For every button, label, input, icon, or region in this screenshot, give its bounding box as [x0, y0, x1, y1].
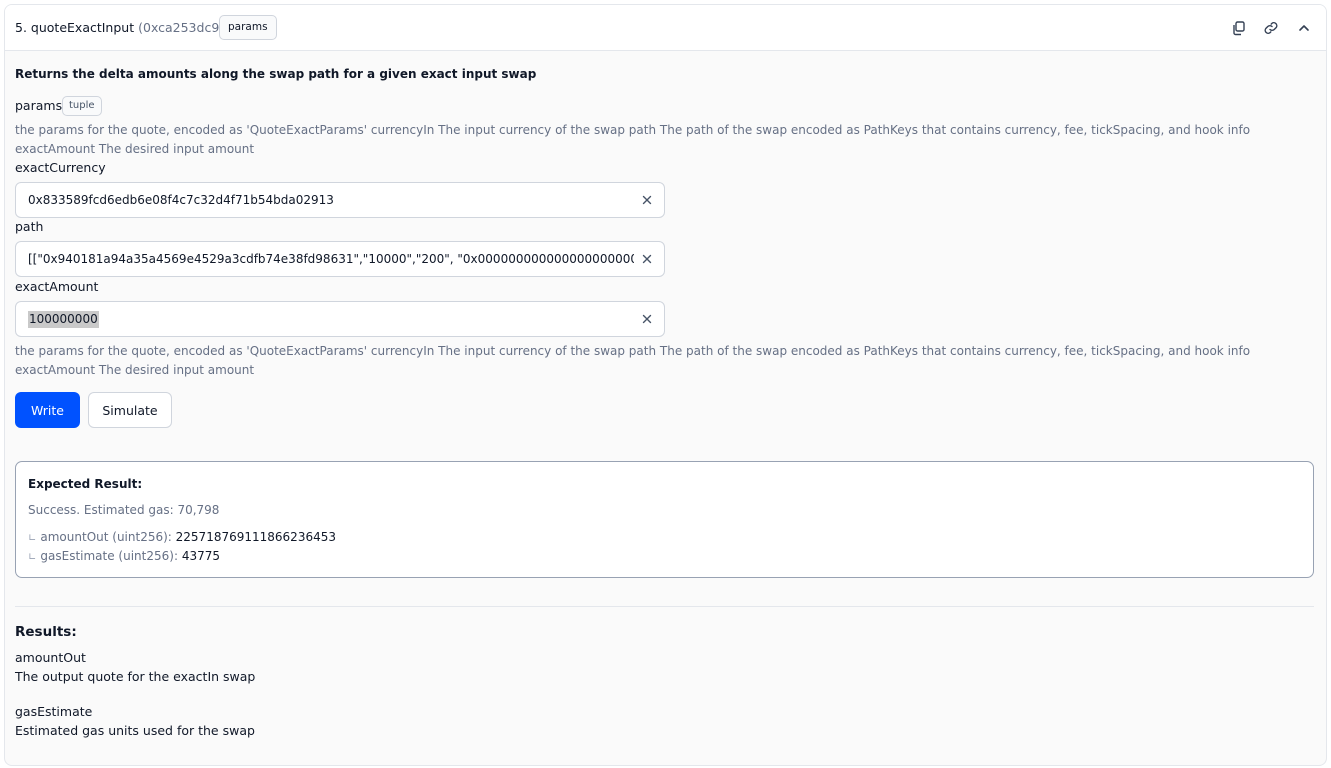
function-header[interactable]: 5. quoteExactInput (0xca253dc9) params [5, 5, 1326, 51]
param-type-badge: tuple [62, 96, 102, 116]
link-icon[interactable] [1261, 18, 1281, 38]
clear-icon[interactable] [640, 312, 654, 326]
output-label: gasEstimate (uint256): [40, 549, 178, 563]
expected-result-title: Expected Result: [28, 477, 143, 491]
exact-amount-label: exactAmount [15, 279, 99, 294]
tree-branch-icon: ∟ [28, 552, 37, 563]
result-name: gasEstimate [15, 704, 93, 719]
path-label: path [15, 219, 44, 234]
results-heading: Results: [15, 624, 77, 640]
output-row-amount-out: ∟ amountOut (uint256): 225718769111866236… [28, 530, 336, 544]
tree-branch-icon: ∟ [28, 533, 37, 544]
output-value: 43775 [181, 549, 221, 563]
output-row-gas-estimate: ∟ gasEstimate (uint256): 43775 [28, 549, 220, 563]
clear-icon[interactable] [640, 193, 654, 207]
exact-amount-selected-text[interactable]: 100000000 [28, 311, 99, 328]
output-value: 225718769111866236453 [175, 530, 336, 544]
exact-currency-field [15, 182, 665, 218]
param-help-text-bottom: the params for the quote, encoded as 'Qu… [15, 344, 1251, 377]
output-label: amountOut (uint256): [40, 530, 172, 544]
function-description: Returns the delta amounts along the swap… [15, 67, 537, 81]
path-field [15, 241, 665, 277]
clear-icon[interactable] [640, 252, 654, 266]
exact-currency-input[interactable] [28, 183, 634, 217]
result-description: The output quote for the exactIn swap [15, 669, 256, 684]
simulation-status: Success. Estimated gas: 70,798 [28, 503, 220, 517]
result-name: amountOut [15, 650, 86, 665]
section-divider [15, 606, 1314, 607]
params-badge: params [219, 15, 277, 40]
function-card: 5. quoteExactInput (0xca253dc9) params R… [4, 4, 1327, 766]
copy-icon[interactable] [1229, 18, 1249, 38]
param-help-text: the params for the quote, encoded as 'Qu… [15, 123, 1251, 156]
function-index: 5. [15, 20, 27, 35]
expected-result-panel: Expected Result: Success. Estimated gas:… [15, 461, 1314, 578]
function-selector: (0xca253dc9) [138, 20, 225, 35]
simulate-button[interactable]: Simulate [88, 392, 172, 428]
path-input[interactable] [28, 242, 634, 276]
param-name: params [15, 98, 63, 113]
exact-amount-field: 100000000 [15, 301, 665, 337]
chevron-up-icon[interactable] [1294, 18, 1314, 38]
result-description: Estimated gas units used for the swap [15, 723, 255, 738]
function-title: 5. quoteExactInput (0xca253dc9) [15, 20, 224, 35]
write-button[interactable]: Write [15, 392, 80, 428]
exact-currency-label: exactCurrency [15, 160, 106, 175]
function-name: quoteExactInput [30, 20, 135, 35]
